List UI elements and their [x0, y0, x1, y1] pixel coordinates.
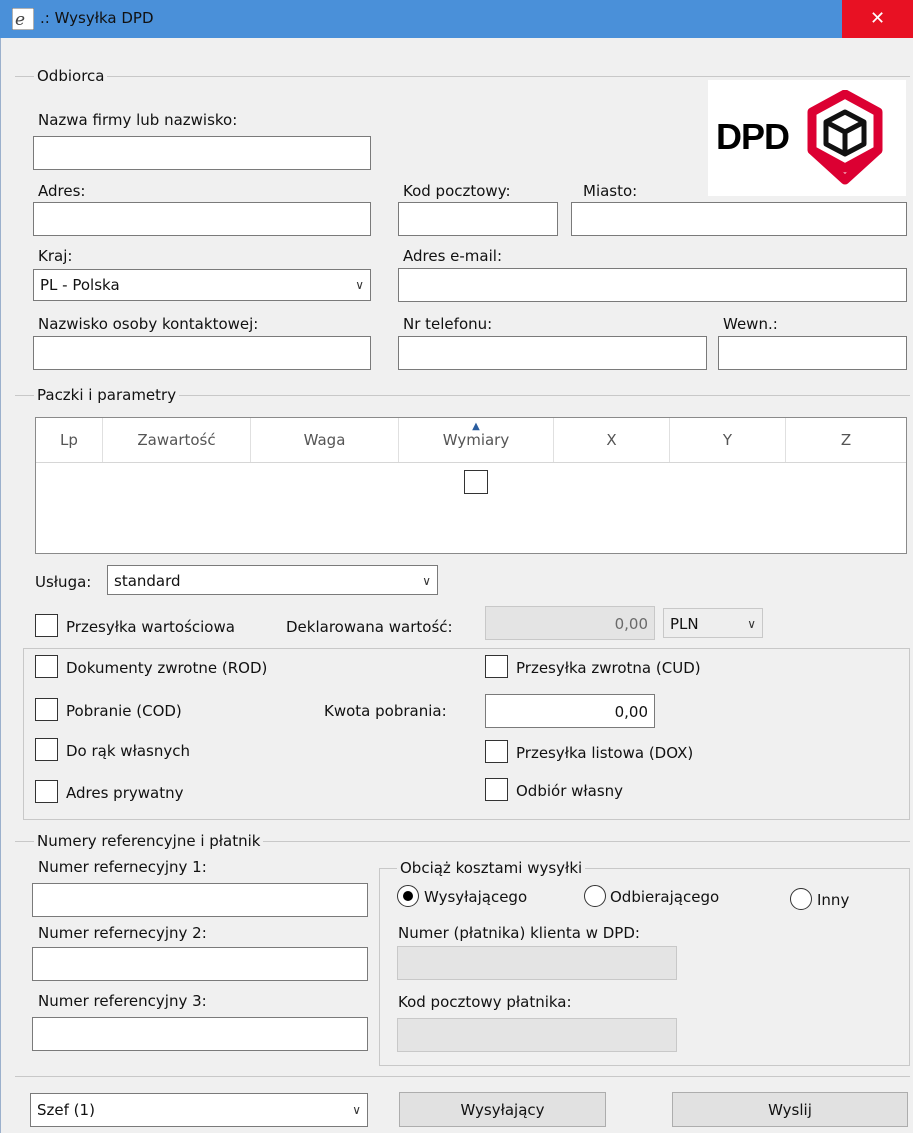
- footer-divider: [15, 1076, 910, 1077]
- payer-receiver-radio[interactable]: [584, 885, 606, 907]
- chevron-down-icon: ∨: [352, 1103, 361, 1117]
- cud-label: Przesyłka zwrotna (CUD): [516, 659, 701, 677]
- city-input[interactable]: [571, 202, 907, 236]
- address-input[interactable]: [33, 202, 371, 236]
- currency-select[interactable]: PLN ∨: [663, 608, 763, 638]
- column-header-y[interactable]: Y: [670, 418, 786, 462]
- sort-ascending-icon: ▲: [472, 421, 480, 432]
- extension-label: Wewn.:: [723, 315, 778, 333]
- own-hands-checkbox[interactable]: [35, 738, 58, 761]
- self-pickup-label: Odbiór własny: [516, 782, 624, 800]
- cod-amount-input[interactable]: 0,00: [485, 694, 655, 728]
- ref2-input[interactable]: [32, 947, 368, 981]
- chevron-down-icon: ∨: [422, 574, 431, 588]
- cud-checkbox[interactable]: [485, 655, 508, 678]
- email-label: Adres e-mail:: [403, 247, 503, 265]
- payer-other-label: Inny: [817, 891, 850, 909]
- currency-select-value: PLN: [670, 615, 699, 633]
- ref3-label: Numer referencyjny 3:: [38, 992, 207, 1010]
- contact-person-label: Nazwisko osoby kontaktowej:: [38, 315, 259, 333]
- city-label: Miasto:: [583, 182, 638, 200]
- company-input[interactable]: [33, 136, 371, 170]
- payer-receiver-label: Odbierającego: [610, 888, 720, 906]
- service-select[interactable]: standard ∨: [107, 565, 438, 595]
- payer-client-number-label: Numer (płatnika) klienta w DPD:: [398, 924, 640, 942]
- email-input[interactable]: [398, 268, 907, 302]
- column-header-x[interactable]: X: [554, 418, 670, 462]
- sender-button[interactable]: Wysyłający: [399, 1092, 606, 1127]
- service-select-value: standard: [114, 572, 181, 590]
- dpd-logo: DPD: [708, 80, 906, 196]
- column-header-weight[interactable]: Waga: [251, 418, 399, 462]
- payer-sender-label: Wysyłającego: [424, 888, 528, 906]
- declared-value-input[interactable]: 0,00: [485, 606, 655, 640]
- cod-checkbox[interactable]: [35, 698, 58, 721]
- recipient-section-line: [15, 76, 910, 77]
- ref3-input[interactable]: [32, 1017, 368, 1051]
- dpd-cube-icon: [807, 90, 883, 185]
- phone-label: Nr telefonu:: [403, 315, 493, 333]
- company-label: Nazwa firmy lub nazwisko:: [38, 111, 238, 129]
- declared-value-label: Deklarowana wartość:: [286, 618, 453, 636]
- dpd-logo-text: DPD: [716, 116, 790, 157]
- contact-person-input[interactable]: [33, 336, 371, 370]
- country-label: Kraj:: [38, 247, 73, 265]
- cod-label: Pobranie (COD): [66, 702, 182, 720]
- close-button[interactable]: ✕: [842, 0, 913, 38]
- country-select-value: PL - Polska: [40, 276, 120, 294]
- user-select[interactable]: Szef (1) ∨: [30, 1093, 368, 1127]
- ref2-label: Numer refernecyjny 2:: [38, 924, 207, 942]
- dox-checkbox[interactable]: [485, 740, 508, 763]
- payer-postal-code-input[interactable]: [397, 1018, 677, 1052]
- ref1-input[interactable]: [32, 883, 368, 917]
- country-select[interactable]: PL - Polska ∨: [33, 269, 371, 301]
- payer-section-title: Obciąż kosztami wysyłki: [397, 859, 586, 877]
- packages-grid[interactable]: Lp Zawartość Waga ▲ Wymiary X Y Z: [35, 417, 907, 554]
- private-address-label: Adres prywatny: [66, 784, 184, 802]
- valuable-shipment-label: Przesyłka wartościowa: [66, 618, 235, 636]
- packages-grid-header: Lp Zawartość Waga ▲ Wymiary X Y Z: [36, 418, 906, 463]
- recipient-section-title: Odbiorca: [34, 67, 108, 85]
- column-header-content[interactable]: Zawartość: [103, 418, 251, 462]
- svg-text:e: e: [15, 10, 25, 30]
- chevron-down-icon: ∨: [355, 278, 364, 292]
- payer-postal-code-label: Kod pocztowy płatnika:: [398, 993, 572, 1011]
- phone-input[interactable]: [398, 336, 707, 370]
- chevron-down-icon: ∨: [747, 617, 756, 631]
- self-pickup-checkbox[interactable]: [485, 778, 508, 801]
- dimensions-checkbox[interactable]: [464, 470, 488, 494]
- column-header-z[interactable]: Z: [786, 418, 906, 462]
- rod-label: Dokumenty zwrotne (ROD): [66, 659, 268, 677]
- payer-sender-radio[interactable]: [397, 885, 419, 907]
- postal-code-input[interactable]: [398, 202, 558, 236]
- extension-input[interactable]: [718, 336, 907, 370]
- column-header-dimensions[interactable]: ▲ Wymiary: [399, 418, 554, 462]
- window-title: .: Wysyłka DPD: [40, 9, 154, 27]
- address-label: Adres:: [38, 182, 86, 200]
- private-address-checkbox[interactable]: [35, 780, 58, 803]
- valuable-shipment-checkbox[interactable]: [35, 614, 58, 637]
- references-section-title: Numery referencyjne i płatnik: [34, 832, 264, 850]
- service-label: Usługa:: [35, 573, 92, 591]
- column-header-lp[interactable]: Lp: [36, 418, 103, 462]
- rod-checkbox[interactable]: [35, 655, 58, 678]
- app-icon: e: [12, 8, 34, 30]
- dox-label: Przesyłka listowa (DOX): [516, 744, 694, 762]
- own-hands-label: Do rąk własnych: [66, 742, 190, 760]
- ref1-label: Numer refernecyjny 1:: [38, 858, 207, 876]
- payer-client-number-input[interactable]: [397, 946, 677, 980]
- user-select-value: Szef (1): [37, 1101, 95, 1119]
- postal-code-label: Kod pocztowy:: [403, 182, 511, 200]
- cod-amount-label: Kwota pobrania:: [324, 702, 447, 720]
- packages-section-title: Paczki i parametry: [34, 386, 180, 404]
- payer-other-radio[interactable]: [790, 888, 812, 910]
- title-bar: e .: Wysyłka DPD ✕: [0, 0, 913, 38]
- send-button[interactable]: Wyslij: [672, 1092, 908, 1127]
